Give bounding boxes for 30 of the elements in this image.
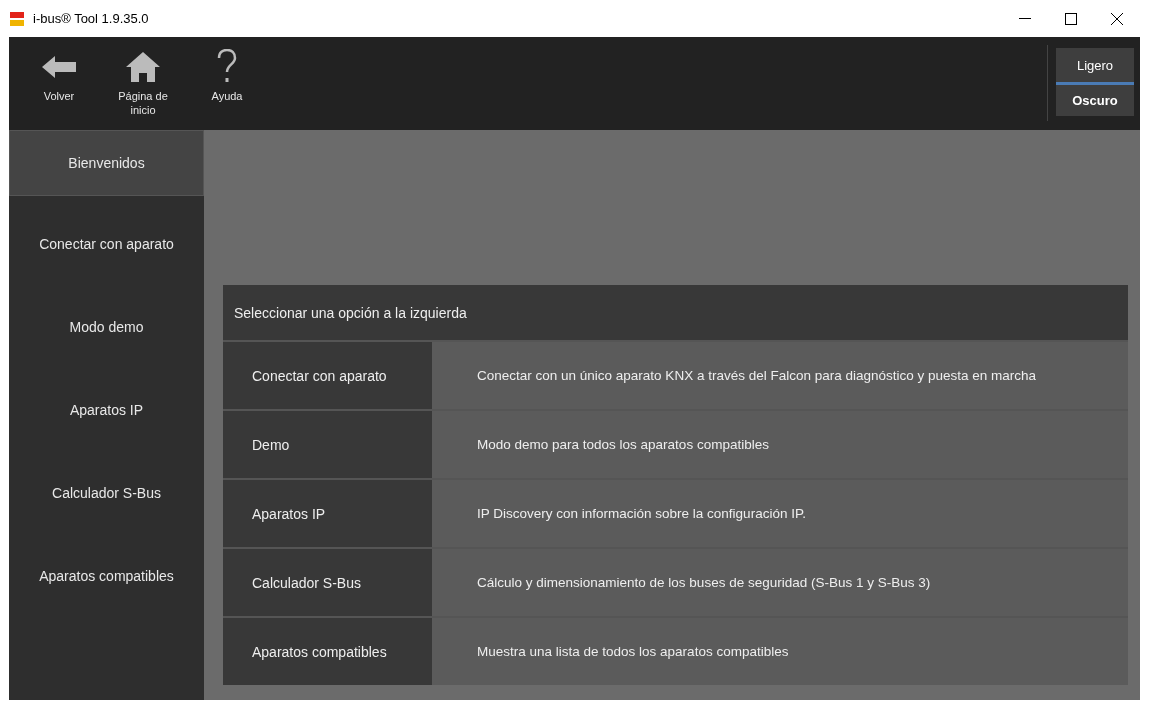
theme-button[interactable]: Oscuro (1056, 82, 1134, 116)
window-title: i-bus® Tool 1.9.35.0 (33, 11, 149, 26)
sidebar-item[interactable]: Aparatos IP (9, 368, 204, 451)
toolbar-button[interactable]: Página de inicio (107, 37, 179, 130)
toolbar-button[interactable]: Volver (23, 37, 95, 130)
option-description: Conectar con un único aparato KNX a través del Falcon para diagnóstico y puesta en marcha (476, 368, 1037, 383)
option-description: Modo demo para todos los aparatos compatibles (476, 437, 769, 452)
option-button[interactable]: Demo (223, 411, 432, 478)
option-description: Cálculo y dimensionamiento de los buses de seguridad (S-Bus 1 y S-Bus 3) (476, 575, 931, 590)
maximize-icon (1065, 12, 1077, 25)
minimize-icon (1019, 17, 1031, 20)
panel-heading: Seleccionar una opción a la izquierda (223, 285, 1128, 340)
option-description: Muestra una lista de todos los aparatos compatibles (476, 644, 789, 659)
app-logo-icon (9, 10, 25, 27)
option-button[interactable]: Aparatos compatibles (223, 618, 432, 685)
help-icon (217, 49, 237, 85)
sidebar-item[interactable]: Conectar con aparato (9, 202, 204, 285)
sidebar-item[interactable]: Bienvenidos (9, 130, 204, 196)
option-description: IP Discovery con información sobre la configuración IP. (476, 506, 806, 521)
sidebar-item[interactable]: Calculador S-Bus (9, 451, 204, 534)
close-icon (1111, 12, 1123, 25)
option-button[interactable]: Aparatos IP (223, 480, 432, 547)
sidebar-item[interactable]: Modo demo (9, 285, 204, 368)
option-button[interactable]: Calculador S-Bus (223, 549, 432, 616)
home-icon (126, 52, 160, 82)
option-button[interactable]: Conectar con aparato (223, 342, 432, 409)
sidebar-item[interactable]: Aparatos compatibles (9, 534, 204, 617)
toolbar-button[interactable]: Ayuda (191, 37, 263, 130)
arrow-left-icon (42, 56, 76, 78)
theme-button[interactable]: Ligero (1056, 48, 1134, 82)
